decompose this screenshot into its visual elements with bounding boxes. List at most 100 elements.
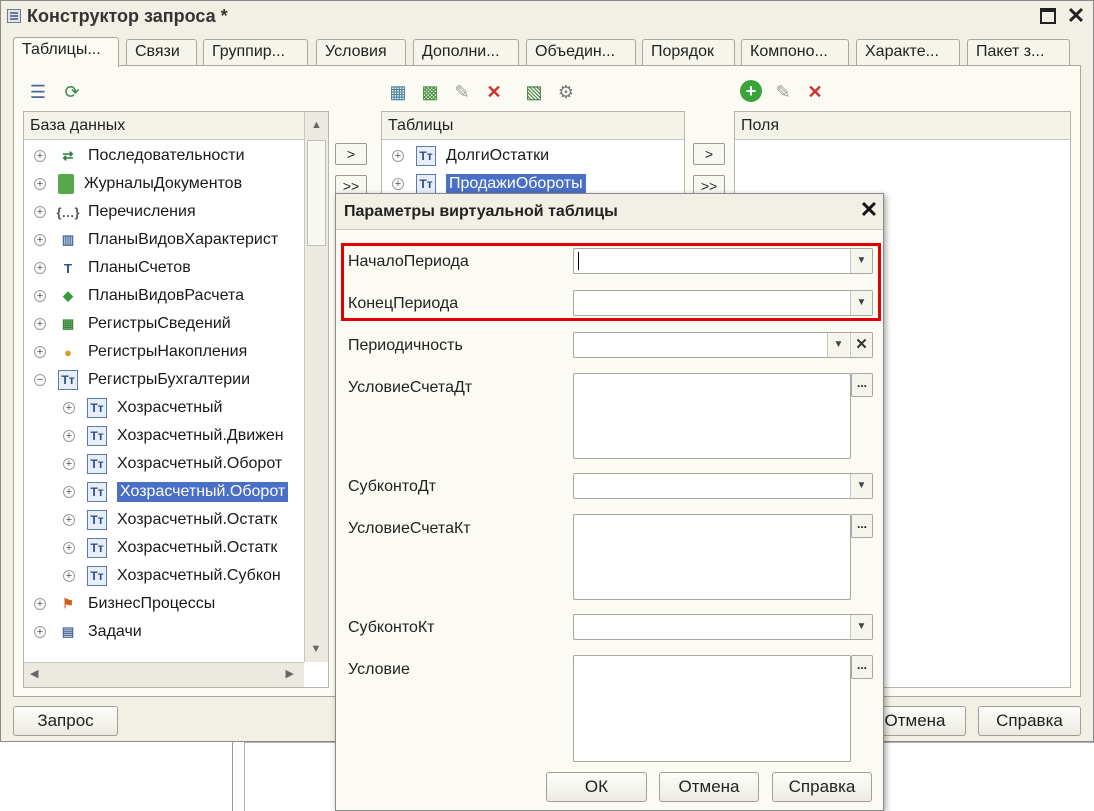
periodicity-field[interactable]: ▼ ✕ xyxy=(573,332,873,358)
tree-item-label: РегистрыБухгалтерии xyxy=(88,371,251,388)
move-selected-button[interactable]: > xyxy=(335,143,367,165)
account-kt-condition-field[interactable] xyxy=(573,514,851,600)
expand-icon[interactable]: + xyxy=(34,598,46,610)
ok-button[interactable]: ОК xyxy=(546,772,647,802)
replace-table-icon[interactable]: ▧ xyxy=(523,81,545,103)
dialog-help-button[interactable]: Справка xyxy=(772,772,872,802)
refresh-tree-icon[interactable]: ⟳ xyxy=(61,81,83,103)
tree-item[interactable]: + Tт Хозрасчетный.Оборот xyxy=(34,450,304,478)
account-kt-select-button[interactable]: ... xyxy=(851,514,873,538)
database-scrollbar-horizontal[interactable]: ◀ ▶ xyxy=(24,662,304,687)
account-dt-select-button[interactable]: ... xyxy=(851,373,873,397)
tab-order[interactable]: Порядок xyxy=(642,39,735,65)
dropdown-arrow-icon[interactable]: ▼ xyxy=(827,333,849,357)
expand-icon[interactable]: + xyxy=(34,318,46,330)
tree-item[interactable]: + ● РегистрыНакопления xyxy=(34,338,304,366)
account-dt-condition-field[interactable] xyxy=(573,373,851,459)
scroll-up-arrow[interactable]: ▲ xyxy=(305,112,328,138)
tree-item[interactable]: + ЖурналыДокументов xyxy=(34,170,304,198)
expand-icon[interactable]: + xyxy=(63,430,75,442)
tree-item[interactable]: + Tт Хозрасчетный.Движен xyxy=(34,422,304,450)
tree-item[interactable]: + Tт ДолгиОстатки xyxy=(392,142,682,170)
query-button[interactable]: Запрос xyxy=(13,706,118,736)
tab-conditions[interactable]: Условия xyxy=(316,39,406,65)
tab-tables[interactable]: Таблицы... xyxy=(13,37,119,67)
tree-item[interactable]: + Tт Хозрасчетный.Субкон xyxy=(34,562,304,590)
condition-label: Условие xyxy=(348,661,410,678)
window-title: Конструктор запроса * xyxy=(27,6,228,26)
subconto-kt-field[interactable]: ▼ xyxy=(573,614,873,640)
delete-icon[interactable]: ✕ xyxy=(483,81,505,103)
tree-item[interactable]: − Tт РегистрыБухгалтерии xyxy=(34,366,304,394)
accounting-register-icon: Tт xyxy=(58,370,78,390)
expand-icon[interactable]: + xyxy=(34,346,46,358)
add-table-icon[interactable]: ▦ xyxy=(387,81,409,103)
table-icon: Tт xyxy=(87,454,107,474)
edit-icon[interactable]: ✎ xyxy=(451,81,473,103)
maximize-button[interactable] xyxy=(1037,5,1059,27)
expand-icon[interactable]: + xyxy=(34,178,46,190)
tab-links[interactable]: Связи xyxy=(126,39,197,65)
expand-icon[interactable]: + xyxy=(63,514,75,526)
add-nested-query-icon[interactable]: ▩ xyxy=(419,81,441,103)
expand-icon[interactable]: + xyxy=(34,234,46,246)
maximize-icon xyxy=(1040,8,1056,24)
dialog-cancel-button[interactable]: Отмена xyxy=(659,772,759,802)
scroll-right-arrow[interactable]: ▶ xyxy=(286,667,294,680)
close-window-button[interactable]: ✕ xyxy=(1065,5,1087,27)
subconto-dt-field[interactable]: ▼ xyxy=(573,473,873,499)
scrollbar-thumb[interactable] xyxy=(307,140,326,246)
clear-icon[interactable]: ✕ xyxy=(850,333,872,357)
collapse-icon[interactable]: − xyxy=(34,374,46,386)
edit-field-icon[interactable]: ✎ xyxy=(772,81,794,103)
info-register-icon: ▦ xyxy=(61,316,75,331)
expand-icon[interactable]: + xyxy=(34,150,46,162)
tab-unions[interactable]: Объедин... xyxy=(526,39,636,65)
help-button[interactable]: Справка xyxy=(978,706,1081,736)
database-scrollbar-vertical[interactable]: ▲ ▼ xyxy=(304,112,328,662)
expand-icon[interactable]: + xyxy=(63,458,75,470)
dialog-close-icon[interactable]: ✕ xyxy=(858,199,880,221)
scroll-left-arrow[interactable]: ◀ xyxy=(30,667,38,680)
expand-icon[interactable]: + xyxy=(392,178,404,190)
expand-icon[interactable]: + xyxy=(34,206,46,218)
tree-item[interactable]: + Tт Хозрасчетный.Остатк xyxy=(34,534,304,562)
condition-select-button[interactable]: ... xyxy=(851,655,873,679)
add-field-icon[interactable]: + xyxy=(740,80,762,102)
tab-batch[interactable]: Пакет з... xyxy=(967,39,1070,65)
dropdown-arrow-icon[interactable]: ▼ xyxy=(850,474,872,498)
expand-icon[interactable]: + xyxy=(63,570,75,582)
expand-icon[interactable]: + xyxy=(34,290,46,302)
delete-field-icon[interactable]: ✕ xyxy=(804,81,826,103)
tree-item[interactable]: + ▤ Задачи xyxy=(34,618,304,646)
tree-item[interactable]: + ⇄ Последовательности xyxy=(34,142,304,170)
tab-composition[interactable]: Компоно... xyxy=(741,39,849,65)
tab-grouping[interactable]: Группир... xyxy=(203,39,308,65)
tree-item[interactable]: + {…} Перечисления xyxy=(34,198,304,226)
condition-field[interactable] xyxy=(573,655,851,762)
tree-item-selected[interactable]: + Tт Хозрасчетный.Оборот xyxy=(34,478,304,506)
dropdown-arrow-icon[interactable]: ▼ xyxy=(850,615,872,639)
virtual-table-params-icon[interactable]: ⚙ xyxy=(555,81,577,103)
tree-item[interactable]: + ◆ ПланыВидовРасчета xyxy=(34,282,304,310)
expand-icon[interactable]: + xyxy=(392,150,404,162)
expand-icon[interactable]: + xyxy=(63,486,75,498)
tree-item[interactable]: + Tт Хозрасчетный.Остатк xyxy=(34,506,304,534)
expand-icon[interactable]: + xyxy=(34,626,46,638)
tree-item[interactable]: + ⚑ БизнесПроцессы xyxy=(34,590,304,618)
period-highlight-frame xyxy=(341,243,881,321)
expand-icon[interactable]: + xyxy=(63,542,75,554)
chart-of-accounts-icon: T xyxy=(64,260,72,276)
tab-additional[interactable]: Дополни... xyxy=(413,39,519,65)
scroll-down-arrow[interactable]: ▼ xyxy=(305,636,327,662)
tree-item[interactable]: + ▦ РегистрыСведений xyxy=(34,310,304,338)
tree-item[interactable]: + ▥ ПланыВидовХарактерист xyxy=(34,226,304,254)
table-icon: Tт xyxy=(416,174,436,194)
list-view-icon[interactable]: ☰ xyxy=(27,81,49,103)
tree-item[interactable]: + Tт Хозрасчетный xyxy=(34,394,304,422)
tab-characteristics[interactable]: Характе... xyxy=(856,39,960,65)
expand-icon[interactable]: + xyxy=(63,402,75,414)
tree-item[interactable]: + T ПланыСчетов xyxy=(34,254,304,282)
expand-icon[interactable]: + xyxy=(34,262,46,274)
move-field-button[interactable]: > xyxy=(693,143,725,165)
